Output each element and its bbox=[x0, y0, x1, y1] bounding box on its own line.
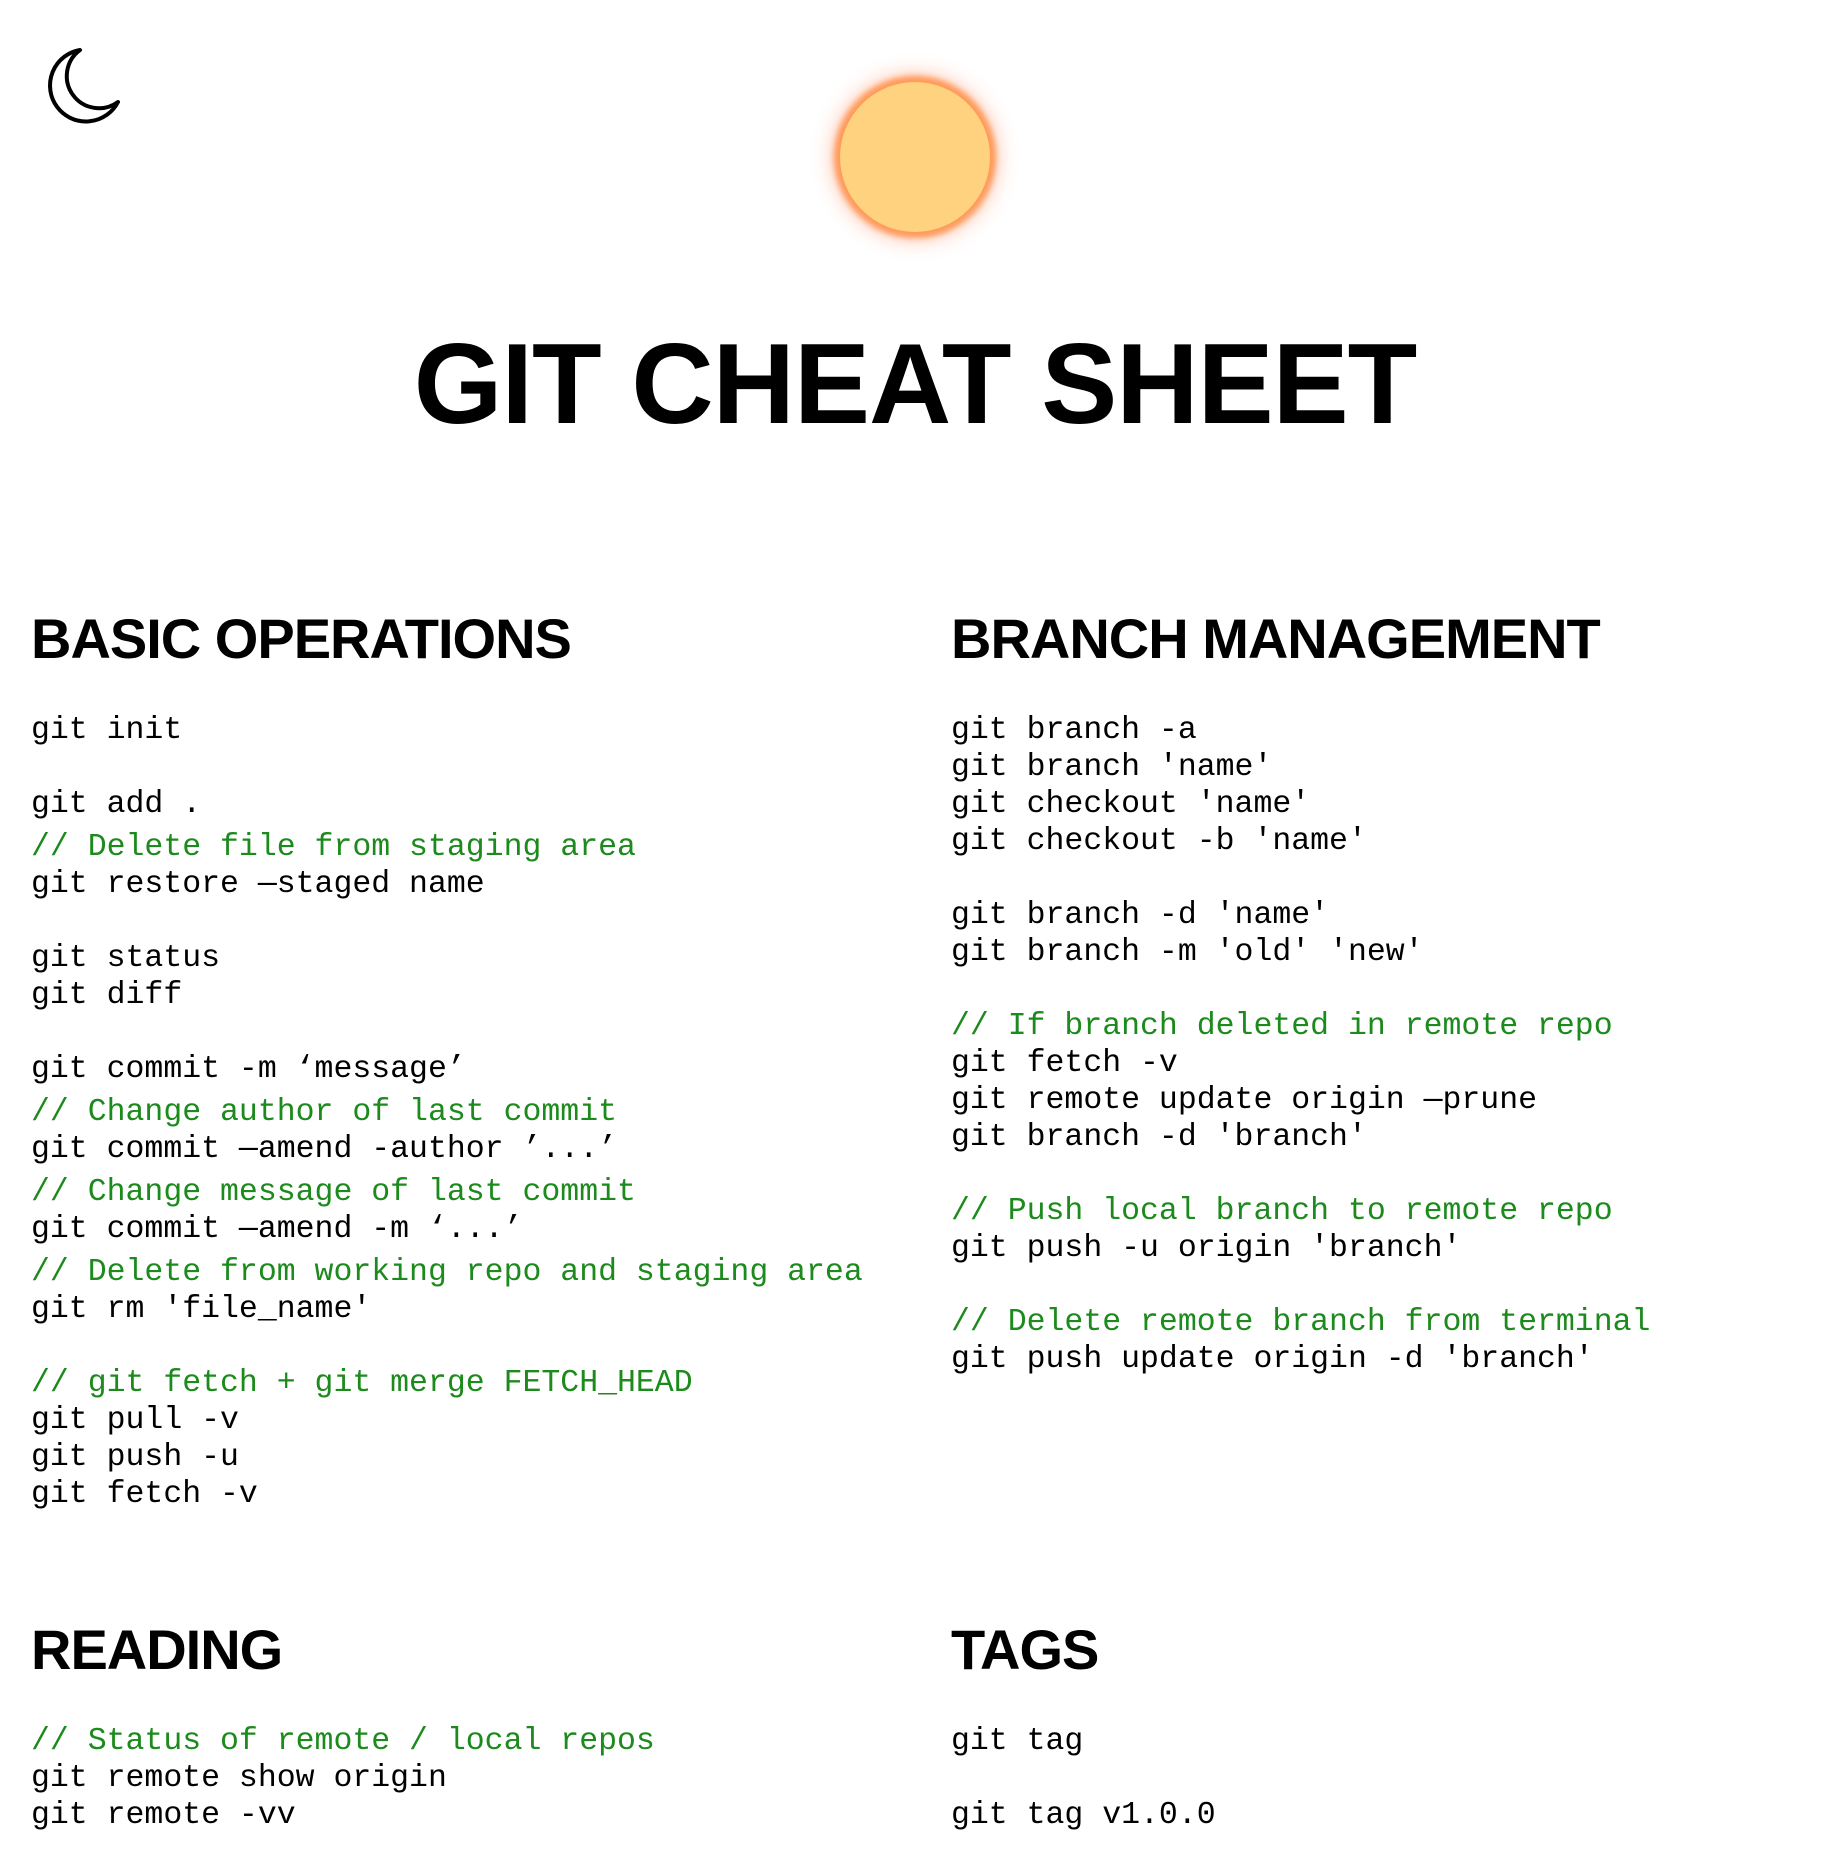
code-group: git init bbox=[31, 712, 911, 749]
theme-toggle-button[interactable] bbox=[40, 44, 122, 126]
code-command: git branch -a bbox=[951, 713, 1197, 748]
code-command: git remote -vv bbox=[31, 1798, 296, 1833]
code-comment: // Delete file from staging area bbox=[31, 830, 636, 865]
code-command: git tag v1.0.0 bbox=[951, 1798, 1216, 1833]
section-heading: BRANCH MANAGEMENT bbox=[951, 607, 1601, 670]
code-block: git init git add . // Delete file from sta… bbox=[31, 712, 911, 1513]
moon-icon bbox=[40, 44, 122, 126]
code-command: git remote update origin —prune bbox=[951, 1083, 1537, 1118]
code-command: git commit -m ‘message’ bbox=[31, 1052, 466, 1087]
sun-icon bbox=[840, 82, 990, 232]
code-command: git checkout -b 'name' bbox=[951, 824, 1367, 859]
code-command: git checkout 'name' bbox=[951, 787, 1311, 822]
code-command: git branch -d 'name' bbox=[951, 898, 1330, 933]
code-command: git push -u origin 'branch' bbox=[951, 1231, 1462, 1266]
code-group: git tag v1.0.0 bbox=[951, 1797, 1830, 1834]
code-command: git fetch -v bbox=[951, 1046, 1178, 1081]
code-command: git status bbox=[31, 941, 221, 976]
code-comment: // git fetch + git merge FETCH_HEAD bbox=[31, 1366, 693, 1401]
code-comment: // Change author of last commit bbox=[31, 1095, 617, 1130]
code-command: git branch 'name' bbox=[951, 750, 1273, 785]
code-block: git tag git tag v1.0.0 bbox=[951, 1723, 1830, 1834]
code-command: git diff bbox=[31, 978, 183, 1013]
section-reading: READING // Status of remote / local repo… bbox=[31, 1617, 911, 1871]
code-group: git tag bbox=[951, 1723, 1830, 1760]
code-command: git remote show origin bbox=[31, 1761, 447, 1796]
section-heading: BASIC OPERATIONS bbox=[31, 607, 572, 670]
code-command: git rm 'file_name' bbox=[31, 1292, 372, 1327]
code-comment: // Delete from working repo and staging … bbox=[31, 1255, 863, 1290]
code-command: git branch -m 'old' 'new' bbox=[951, 935, 1424, 970]
code-group: git branch -a git branch 'name' git checko… bbox=[951, 712, 1830, 860]
code-command: git fetch -v bbox=[31, 1477, 258, 1512]
code-command: git push update origin -d 'branch' bbox=[951, 1342, 1594, 1377]
code-comment: // Change message of last commit bbox=[31, 1175, 636, 1210]
section-tags: TAGS git tag git tag v1.0.0 bbox=[951, 1617, 1830, 1871]
code-command: git init bbox=[31, 713, 183, 748]
code-command: git restore —staged name bbox=[31, 867, 485, 902]
section-branch-management: BRANCH MANAGEMENT git branch -a git branc… bbox=[951, 606, 1830, 1415]
code-command: git push -u bbox=[31, 1440, 239, 1475]
code-group: git branch -d 'name' git branch -m 'old' … bbox=[951, 897, 1830, 971]
code-command: git pull -v bbox=[31, 1403, 239, 1438]
code-group: git add . // Delete file from staging are… bbox=[31, 786, 911, 903]
section-basic-operations: BASIC OPERATIONS git init git add . // Del… bbox=[31, 606, 911, 1550]
code-group: // If branch deleted in remote repo git f… bbox=[951, 1008, 1830, 1156]
code-comment: // Push local branch to remote repo bbox=[951, 1194, 1613, 1229]
code-command: git commit —amend -author ’...’ bbox=[31, 1132, 617, 1167]
code-group: git commit -m ‘message’ // Change author … bbox=[31, 1051, 911, 1328]
code-group: // git fetch + git merge FETCH_HEAD git p… bbox=[31, 1365, 911, 1513]
code-comment: // Status of remote / local repos bbox=[31, 1724, 655, 1759]
code-group: // Delete remote branch from terminal git… bbox=[951, 1304, 1830, 1378]
code-command: git branch -d 'branch' bbox=[951, 1120, 1367, 1155]
code-group: // Status of remote / local repos git rem… bbox=[31, 1723, 911, 1834]
code-group: // Push local branch to remote repo git p… bbox=[951, 1193, 1830, 1267]
section-heading: TAGS bbox=[951, 1618, 1099, 1681]
code-block: // Status of remote / local repos git rem… bbox=[31, 1723, 911, 1834]
code-command: git add . bbox=[31, 787, 202, 822]
code-group: git status git diff bbox=[31, 940, 911, 1014]
code-command: git tag bbox=[951, 1724, 1084, 1759]
code-block: git branch -a git branch 'name' git checko… bbox=[951, 712, 1830, 1378]
code-command: git commit —amend -m ‘...’ bbox=[31, 1212, 523, 1247]
code-comment: // If branch deleted in remote repo bbox=[951, 1009, 1613, 1044]
section-heading: READING bbox=[31, 1618, 283, 1681]
code-comment: // Delete remote branch from terminal bbox=[951, 1305, 1651, 1340]
page-title: GIT CHEAT SHEET bbox=[413, 321, 1418, 448]
